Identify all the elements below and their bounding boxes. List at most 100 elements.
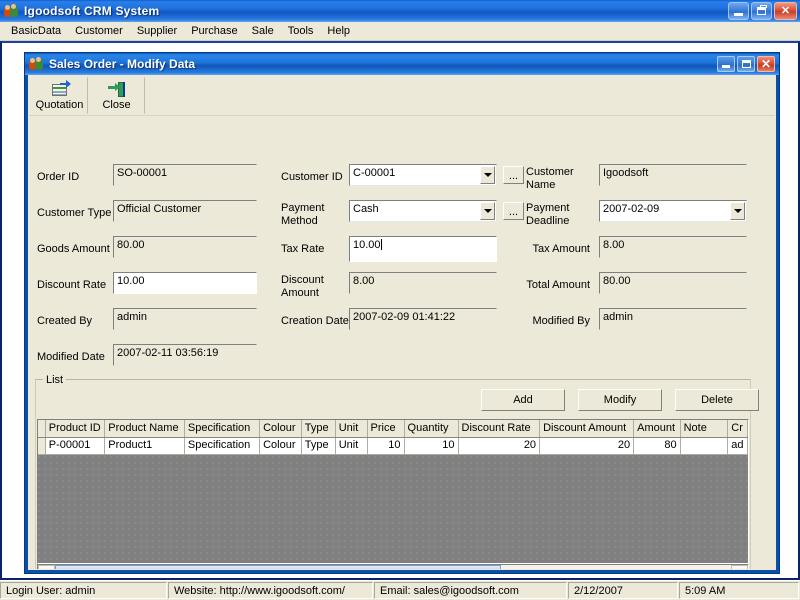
status-time: 5:09 AM [679, 582, 799, 599]
goods-amount-field: 80.00 [113, 236, 257, 258]
menu-item-tools[interactable]: Tools [281, 23, 321, 39]
cell-discount-amount: 20 [539, 437, 635, 455]
payment-method-value: Cash [353, 203, 379, 215]
quotation-icon [50, 80, 71, 98]
menu-item-customer[interactable]: Customer [68, 23, 130, 39]
cell-product-id: P-00001 [45, 437, 106, 455]
order-id-field: SO-00001 [113, 164, 257, 186]
table-header-row: Product ID Product Name Specification Co… [38, 420, 748, 438]
col-unit[interactable]: Unit [335, 420, 368, 438]
quotation-button[interactable]: Quotation [31, 77, 88, 114]
close-button[interactable]: Close [88, 77, 145, 114]
cell-note [680, 437, 729, 455]
col-colour[interactable]: Colour [259, 420, 302, 438]
col-product-name[interactable]: Product Name [104, 420, 185, 438]
payment-deadline-datepicker[interactable]: 2007-02-09 [599, 200, 747, 222]
quotation-button-label: Quotation [35, 99, 84, 111]
menu-item-supplier[interactable]: Supplier [130, 23, 184, 39]
payment-browse-button[interactable]: ... [503, 202, 524, 220]
chevron-down-icon[interactable] [730, 202, 745, 220]
cell-unit: Unit [335, 437, 368, 455]
cell-created-by: ad [727, 437, 748, 455]
dialog-titlebar: Sales Order - Modify Data ✕ [25, 53, 779, 75]
close-icon[interactable]: ✕ [774, 2, 797, 20]
discount-rate-input[interactable]: 10.00 [113, 272, 257, 294]
status-website: Website: http://www.igoodsoft.com/ [168, 582, 373, 599]
customer-name-field: Igoodsoft [599, 164, 747, 186]
payment-method-label: Payment Method [281, 202, 325, 227]
menu-item-purchase[interactable]: Purchase [184, 23, 244, 39]
dialog-title: Sales Order - Modify Data [49, 57, 196, 71]
delete-button[interactable]: Delete [675, 389, 759, 411]
customer-type-field: Official Customer [113, 200, 257, 222]
col-specification[interactable]: Specification [184, 420, 261, 438]
scroll-left-icon[interactable] [38, 565, 55, 569]
tax-rate-label: Tax Rate [281, 243, 325, 255]
list-groupbox-title: List [43, 374, 67, 386]
chevron-down-icon[interactable] [480, 166, 495, 184]
statusbar: Login User: admin Website: http://www.ig… [0, 580, 800, 600]
created-by-field: admin [113, 308, 257, 330]
col-type[interactable]: Type [301, 420, 336, 438]
chevron-down-icon[interactable] [480, 202, 495, 220]
customer-name-label: Customer Name [526, 166, 574, 191]
minimize-icon[interactable] [717, 56, 735, 72]
menu-item-help[interactable]: Help [320, 23, 357, 39]
row-selector-cell[interactable] [38, 437, 46, 455]
scrollbar-track[interactable] [55, 565, 731, 570]
application-window: Igoodsoft CRM System ✕ BasicData Custome… [0, 0, 800, 600]
status-login-user: Login User: admin [0, 582, 167, 599]
dialog-body: Quotation Close Order ID Customer Type G… [28, 75, 776, 570]
cell-quantity: 10 [404, 437, 459, 455]
col-amount[interactable]: Amount [633, 420, 681, 438]
scrollbar-thumb[interactable] [55, 565, 502, 570]
creation-date-field: 2007-02-09 01:41:22 [349, 308, 497, 330]
sales-order-dialog: Sales Order - Modify Data ✕ Quotation Cl… [24, 52, 780, 574]
total-amount-field: 80.00 [599, 272, 747, 294]
menu-item-basicdata[interactable]: BasicData [4, 23, 68, 39]
restore-icon[interactable] [751, 2, 772, 20]
users-icon [3, 3, 19, 19]
col-quantity[interactable]: Quantity [404, 420, 459, 438]
maximize-icon[interactable] [737, 56, 755, 72]
customer-id-label: Customer ID [281, 171, 343, 183]
col-created-by[interactable]: Cr [727, 420, 748, 438]
row-selector-header [38, 420, 46, 438]
col-discount-rate[interactable]: Discount Rate [458, 420, 541, 438]
cell-specification: Specification [184, 437, 261, 455]
app-title: Igoodsoft CRM System [24, 4, 160, 18]
close-icon[interactable]: ✕ [757, 56, 775, 72]
dialog-toolbar: Quotation Close [29, 76, 775, 116]
tax-amount-field: 8.00 [599, 236, 747, 258]
customer-id-combo[interactable]: C-00001 [349, 164, 497, 186]
customer-browse-button[interactable]: ... [503, 166, 524, 184]
modify-button[interactable]: Modify [578, 389, 662, 411]
grid-horizontal-scrollbar[interactable] [37, 564, 749, 570]
scroll-right-icon[interactable] [731, 565, 748, 569]
cell-colour: Colour [259, 437, 302, 455]
scrollbar-grip-icon [275, 569, 282, 570]
col-price[interactable]: Price [367, 420, 405, 438]
users-icon [28, 56, 44, 72]
col-product-id[interactable]: Product ID [45, 420, 106, 438]
minimize-icon[interactable] [728, 2, 749, 20]
menubar: BasicData Customer Supplier Purchase Sal… [0, 22, 800, 41]
col-discount-amount[interactable]: Discount Amount [539, 420, 635, 438]
payment-deadline-value: 2007-02-09 [603, 203, 660, 215]
window-controls: ✕ [728, 2, 797, 20]
col-note[interactable]: Note [680, 420, 729, 438]
add-button[interactable]: Add [481, 389, 565, 411]
creation-date-label: Creation Date [281, 315, 349, 327]
order-items-grid[interactable]: Product ID Product Name Specification Co… [37, 419, 749, 564]
tax-rate-input[interactable]: 10.00 [349, 236, 497, 262]
modified-date-field: 2007-02-11 03:56:19 [113, 344, 257, 366]
close-button-label: Close [102, 99, 131, 111]
customer-id-value: C-00001 [353, 167, 396, 179]
table-row[interactable]: P-00001 Product1 Specification Colour Ty… [38, 437, 748, 455]
menu-item-sale[interactable]: Sale [245, 23, 281, 39]
app-titlebar: Igoodsoft CRM System ✕ [0, 0, 800, 22]
mdi-client-area: Sales Order - Modify Data ✕ Quotation Cl… [0, 41, 800, 580]
payment-method-combo[interactable]: Cash [349, 200, 497, 222]
cell-type: Type [301, 437, 336, 455]
discount-amount-label: Discount Amount [281, 274, 324, 299]
